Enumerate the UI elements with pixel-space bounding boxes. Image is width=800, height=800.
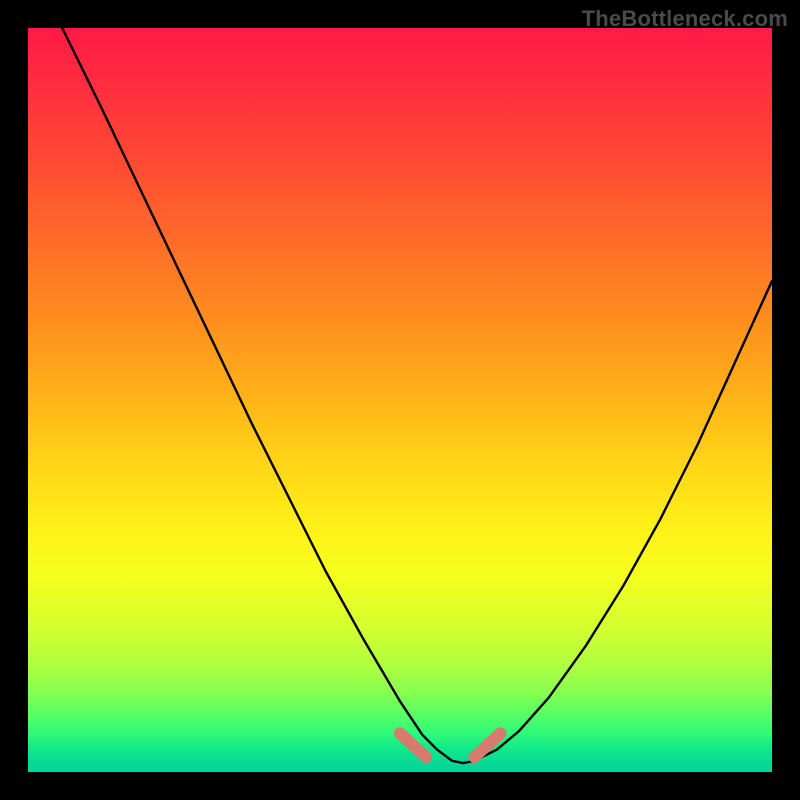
valley-highlight-segment-0 <box>400 733 426 757</box>
chart-frame: TheBottleneck.com <box>0 0 800 800</box>
curve-layer <box>28 28 772 772</box>
main-curve-path <box>62 28 772 763</box>
plot-area <box>28 28 772 772</box>
watermark-text: TheBottleneck.com <box>582 6 788 32</box>
